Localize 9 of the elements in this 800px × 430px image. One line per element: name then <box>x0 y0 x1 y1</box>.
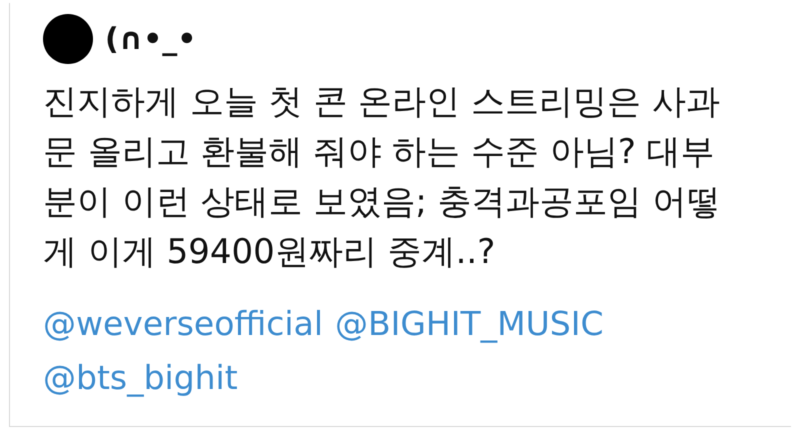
mention-link[interactable]: @BIGHIT_MUSIC <box>334 297 604 351</box>
author-name[interactable]: (∩•_• <box>105 22 196 56</box>
mention-link[interactable]: @weverseofficial <box>43 297 323 351</box>
mention-link[interactable]: @bts_bighit <box>43 351 238 405</box>
tweet-text-line: 문 올리고 환불해 줘야 하는 수준 아님? 대부 <box>43 131 716 174</box>
tweet-text-line: 게 이게 59400원짜리 중계..? <box>43 231 496 274</box>
avatar[interactable] <box>43 14 93 64</box>
tweet-text-line: 진지하게 오늘 첫 콘 온라인 스트리밍은 사과 <box>43 81 721 124</box>
tweet-text-line: 분이 이런 상태로 보였음; 충격과공포임 어떻 <box>43 181 722 224</box>
